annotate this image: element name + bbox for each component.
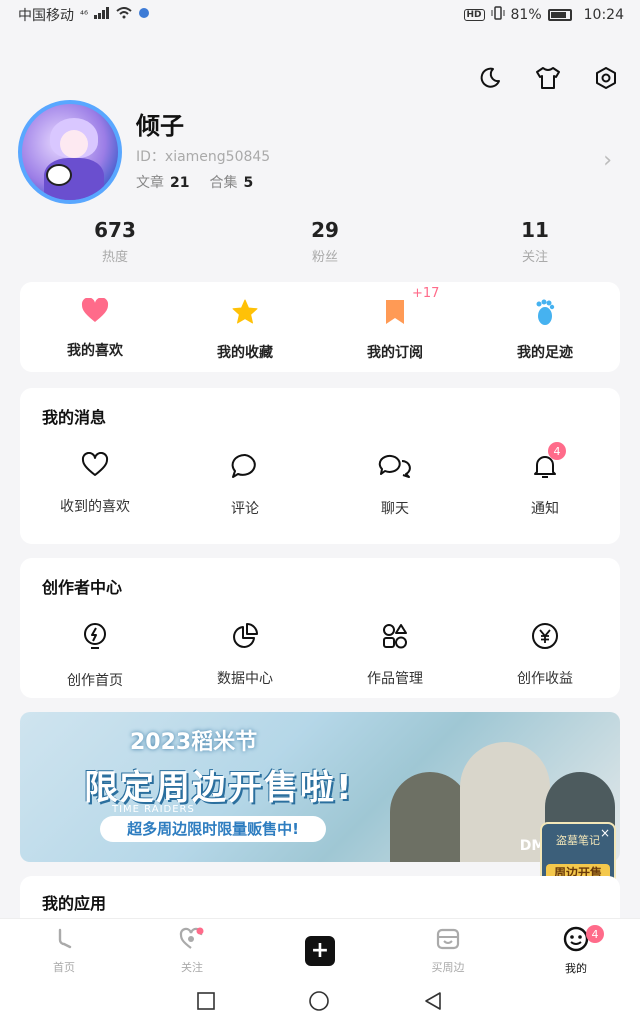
- works-management-button[interactable]: 作品管理: [320, 622, 470, 690]
- chevron-right-icon[interactable]: ›: [603, 148, 612, 173]
- my-subscriptions-button[interactable]: +17 我的订阅: [320, 282, 470, 372]
- banner-headline: 限定周边开售啦!: [84, 768, 354, 808]
- profile-nickname: 倾子: [136, 112, 184, 140]
- settings-icon[interactable]: [592, 64, 620, 92]
- my-favorites-button[interactable]: 我的收藏: [170, 282, 320, 372]
- banner-subtitle: TIME RAIDERS: [112, 804, 195, 815]
- notifications-button[interactable]: 4 通知: [470, 442, 620, 518]
- profile-id: ID：xiameng50845: [136, 149, 271, 165]
- banner-character: [390, 772, 470, 862]
- counter-following[interactable]: 11 关注: [430, 218, 640, 265]
- home-button[interactable]: [308, 990, 330, 1016]
- chat-icon: [378, 452, 412, 484]
- avatar[interactable]: [18, 100, 122, 204]
- creator-center-title: 创作者中心: [42, 578, 123, 597]
- collections-stat[interactable]: 合集 5: [209, 172, 253, 192]
- data-center-button[interactable]: 数据中心: [170, 622, 320, 690]
- me-icon: [563, 926, 589, 956]
- subscription-badge: +17: [412, 286, 440, 301]
- hd-icon: HD: [463, 9, 485, 21]
- recent-apps-button[interactable]: [196, 992, 215, 1014]
- bulb-icon: [81, 622, 109, 656]
- profile-counters: 673 热度 29 粉丝 11 关注: [0, 218, 640, 265]
- articles-stat[interactable]: 文章 21: [136, 172, 189, 192]
- battery-percent: 81%: [510, 7, 542, 23]
- battery-icon: [547, 9, 572, 21]
- nav-shop[interactable]: 买周边: [384, 919, 512, 982]
- follow-icon: [179, 927, 205, 955]
- banner-year-text: 2023稻米节: [130, 730, 258, 755]
- status-bar: 中国移动 ⁴⁶ HD 81% 10:24: [0, 0, 640, 30]
- messages-title: 我的消息: [42, 408, 107, 427]
- network-indicator: ⁴⁶: [80, 9, 89, 21]
- signal-icon: [94, 7, 110, 23]
- banner-strip: 超多周边限时限量贩售中!: [100, 816, 326, 842]
- bottom-navigation: 首页 关注 + 买周边 4 我的: [0, 918, 640, 982]
- header-toolbar: [476, 64, 620, 92]
- plus-icon: +: [305, 935, 335, 966]
- system-navigation: [0, 982, 640, 1024]
- wifi-icon: [116, 7, 132, 23]
- counter-heat[interactable]: 673 热度: [10, 218, 220, 265]
- carrier-name: 中国移动: [18, 8, 74, 24]
- home-icon: [52, 927, 76, 955]
- nav-home[interactable]: 首页: [0, 919, 128, 982]
- chat-button[interactable]: 聊天: [320, 452, 470, 518]
- browser-icon: [138, 7, 150, 23]
- footprint-icon: [531, 298, 559, 330]
- notification-badge: 4: [548, 442, 566, 460]
- shop-icon: [435, 927, 461, 955]
- my-apps-title: 我的应用: [42, 894, 107, 913]
- back-button[interactable]: [423, 991, 443, 1015]
- creator-earnings-button[interactable]: 创作收益: [470, 622, 620, 690]
- heart-outline-icon: [81, 451, 109, 482]
- yuan-icon: [531, 622, 559, 654]
- quick-actions-card: 我的喜欢 我的收藏 +17 我的订阅 我的足迹: [20, 282, 620, 372]
- star-icon: [231, 298, 259, 330]
- heart-icon: [81, 297, 109, 328]
- sticker-title: 盗墓笔记: [556, 834, 600, 847]
- me-badge: 4: [586, 925, 604, 943]
- profile-stats: 文章 21 合集 5: [136, 172, 253, 192]
- pie-chart-icon: [231, 622, 259, 654]
- bookmark-icon: [383, 298, 407, 330]
- shirt-icon[interactable]: [534, 64, 562, 92]
- received-likes-button[interactable]: 收到的喜欢: [20, 451, 170, 518]
- counter-fans[interactable]: 29 粉丝: [220, 218, 430, 265]
- my-likes-button[interactable]: 我的喜欢: [20, 282, 170, 372]
- nav-me[interactable]: 4 我的: [512, 919, 640, 982]
- comment-icon: [230, 452, 260, 484]
- promo-banner[interactable]: 2023稻米节 限定周边开售啦! TIME RAIDERS 超多周边限时限量贩售…: [20, 712, 620, 862]
- nav-follow[interactable]: 关注: [128, 919, 256, 982]
- creator-home-button[interactable]: 创作首页: [20, 622, 170, 690]
- messages-card: 我的消息 收到的喜欢 评论 聊天 4 通知: [20, 388, 620, 544]
- my-footprints-button[interactable]: 我的足迹: [470, 282, 620, 372]
- creator-center-card: 创作者中心 创作首页 数据中心 作品管理 创作收益: [20, 558, 620, 698]
- moon-icon[interactable]: [476, 64, 504, 92]
- nav-create[interactable]: +: [256, 919, 384, 982]
- vibrate-icon: [491, 6, 505, 24]
- clock: 10:24: [583, 7, 624, 23]
- comments-button[interactable]: 评论: [170, 452, 320, 518]
- apps-icon: [381, 622, 409, 654]
